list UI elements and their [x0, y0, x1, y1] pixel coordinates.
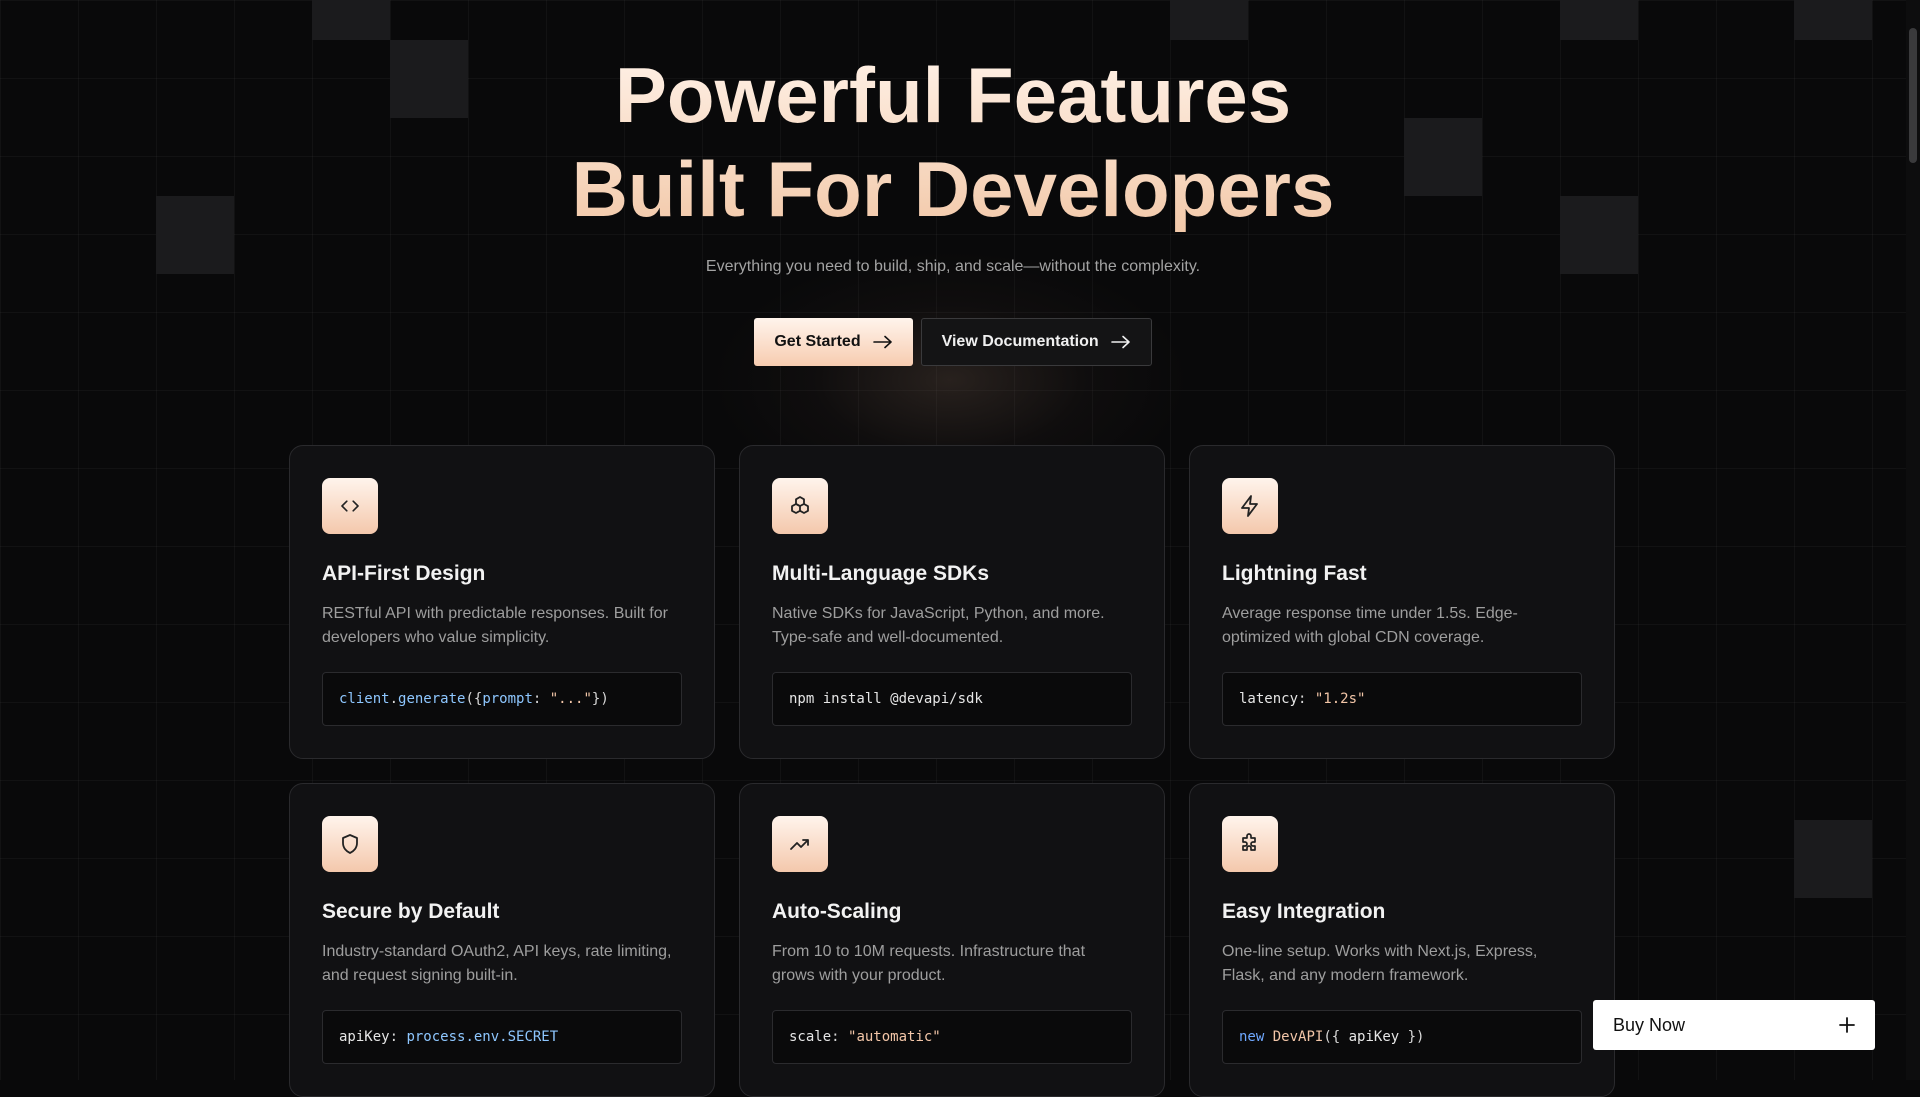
code-snippet: npm install @devapi/sdk: [772, 672, 1132, 726]
code-snippet: latency: "1.2s": [1222, 672, 1582, 726]
page-scrollbar[interactable]: [1906, 0, 1920, 1080]
code-snippet: client. generate({prompt: "..."}): [322, 672, 682, 726]
code-token: prompt: [482, 691, 533, 707]
code-snippet: scale: "automatic": [772, 1010, 1132, 1064]
code-token: latency: [1239, 691, 1299, 707]
code-icon: [341, 500, 359, 512]
feature-title: Easy Integration: [1222, 900, 1386, 923]
hero-section: Powerful Features Built For Developers E…: [0, 48, 1906, 366]
view-documentation-label: View Documentation: [941, 333, 1099, 350]
plus-icon[interactable]: [1839, 1017, 1855, 1033]
get-started-button[interactable]: Get Started: [754, 318, 913, 366]
feature-card-fast: Lightning Fast Average response time und…: [1189, 445, 1615, 759]
feature-card-sdks: Multi-Language SDKs Native SDKs for Java…: [739, 445, 1165, 759]
feature-card-secure: Secure by Default Industry-standard OAut…: [289, 783, 715, 1097]
feature-card-integration: Easy Integration One-line setup. Works w…: [1189, 783, 1615, 1097]
code-token: :: [532, 691, 550, 707]
shield-icon: [342, 834, 358, 854]
feature-description: RESTful API with predictable responses. …: [322, 605, 668, 646]
grid-highlight: [312, 0, 390, 40]
grid-highlight: [1794, 820, 1872, 898]
trending-up-icon: [790, 839, 809, 850]
code-token: :: [1298, 691, 1315, 707]
code-token: apiKey: [1348, 1029, 1400, 1045]
code-token: :: [389, 1029, 407, 1045]
hero-actions: Get Started View Documentation: [0, 318, 1906, 366]
feature-description: Native SDKs for JavaScript, Python, and …: [772, 605, 1105, 646]
code-token: .: [389, 691, 399, 707]
feature-description: Average response time under 1.5s. Edge-o…: [1222, 605, 1518, 646]
buy-now-label: Buy Now: [1613, 1014, 1686, 1035]
grid-highlight: [1794, 0, 1872, 40]
hero-title-line1: Powerful Features: [614, 51, 1292, 139]
code-token: scale: [789, 1029, 832, 1045]
feature-icon-box: [1222, 478, 1278, 534]
code-token: "...": [549, 691, 592, 707]
code-token: "1.2s": [1314, 691, 1366, 707]
hero-subtitle: Everything you need to build, ship, and …: [705, 258, 1201, 275]
arrow-right-icon: [872, 335, 892, 349]
grid-highlight: [1170, 0, 1248, 40]
layers-icon: [791, 496, 809, 514]
feature-icon-box: [1222, 816, 1278, 872]
feature-description: From 10 to 10M requests. Infrastructure …: [772, 943, 1086, 984]
code-token: apiKey: [339, 1029, 390, 1045]
lightning-icon: [1241, 495, 1258, 517]
feature-title: Lightning Fast: [1222, 562, 1367, 585]
feature-description: Industry-standard OAuth2, API keys, rate…: [322, 943, 672, 984]
feature-card-autoscaling: Auto-Scaling From 10 to 10M requests. In…: [739, 783, 1165, 1097]
code-token: npm install @devapi/sdk: [789, 691, 983, 707]
scrollbar-thumb[interactable]: [1909, 28, 1917, 163]
feature-description: One-line setup. Works with Next.js, Expr…: [1222, 943, 1538, 984]
code-token: new: [1239, 1029, 1265, 1045]
code-token: generate: [398, 691, 466, 707]
code-token: :: [831, 1029, 849, 1045]
code-token: ({: [1323, 1029, 1349, 1045]
code-token: }): [591, 691, 609, 707]
feature-title: Secure by Default: [322, 900, 500, 923]
features-grid: API-First Design RESTful API with predic…: [289, 445, 1615, 1097]
view-documentation-button[interactable]: View Documentation: [920, 318, 1152, 366]
feature-title: API-First Design: [322, 562, 486, 585]
code-token: "automatic": [848, 1029, 941, 1045]
feature-icon-box: [772, 478, 828, 534]
puzzle-icon: [1242, 833, 1256, 851]
hero-title: Powerful Features Built For Developers: [0, 48, 1906, 236]
feature-icon-box: [322, 478, 378, 534]
code-token: }): [1399, 1029, 1425, 1045]
code-snippet: apiKey: process.env.SECRET: [322, 1010, 682, 1064]
feature-icon-box: [322, 816, 378, 872]
buy-now-button[interactable]: Buy Now: [1593, 1000, 1875, 1050]
feature-card-api-first: API-First Design RESTful API with predic…: [289, 445, 715, 759]
arrow-right-icon: [1110, 335, 1130, 349]
feature-icon-box: [772, 816, 828, 872]
code-token: process.env.SECRET: [406, 1029, 559, 1045]
feature-title: Auto-Scaling: [772, 900, 902, 923]
code-token: ({: [465, 691, 483, 707]
code-token: client: [339, 691, 390, 707]
get-started-label: Get Started: [774, 333, 861, 350]
feature-title: Multi-Language SDKs: [772, 562, 990, 585]
code-token: DevAPI: [1272, 1029, 1324, 1045]
hero-title-line2: Built For Developers: [571, 145, 1335, 233]
grid-highlight: [1560, 0, 1638, 40]
code-snippet: new DevAPI({ apiKey }): [1222, 1010, 1582, 1064]
